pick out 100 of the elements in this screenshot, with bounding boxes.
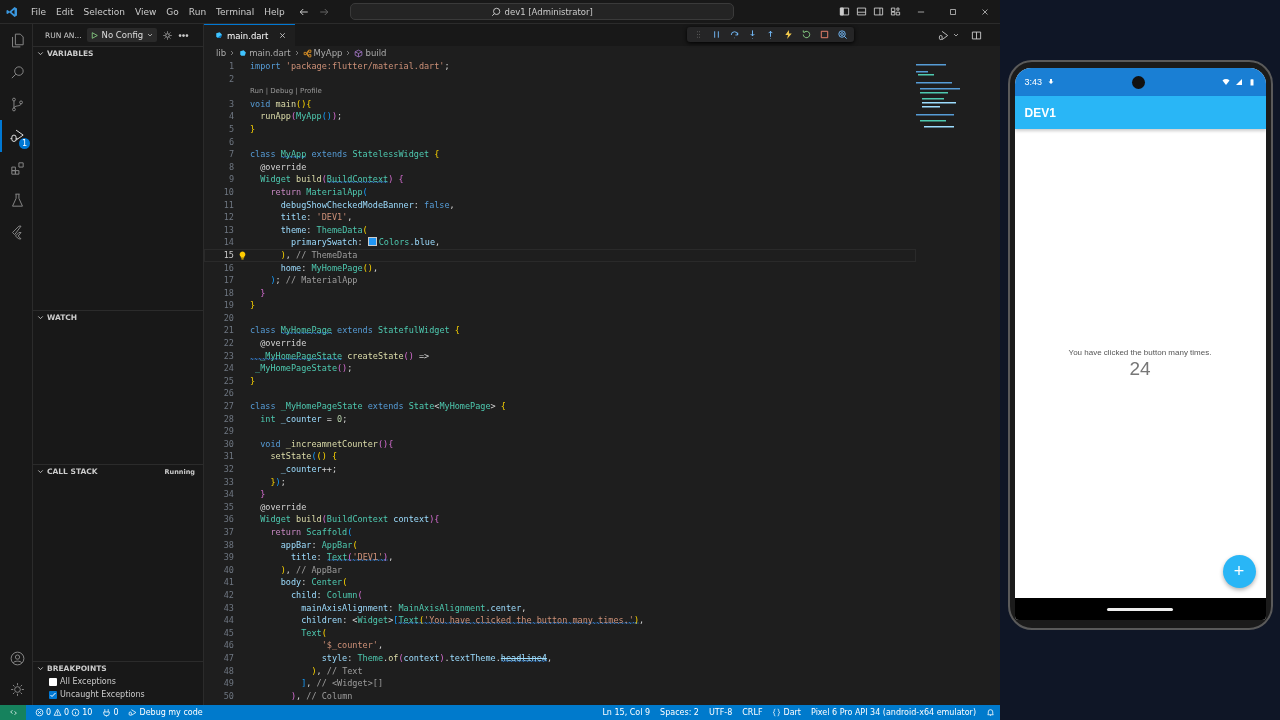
home-indicator[interactable] xyxy=(1107,607,1173,611)
close-button[interactable] xyxy=(980,6,990,17)
line-number: 12 xyxy=(222,211,234,224)
line-number: 16 xyxy=(222,261,234,275)
command-center[interactable]: dev1 [Administrator] xyxy=(349,3,734,20)
close-icon[interactable] xyxy=(278,31,288,40)
play-icon xyxy=(89,30,99,40)
extensions-icon[interactable] xyxy=(8,159,26,177)
stop-icon[interactable] xyxy=(819,29,830,40)
pause-icon[interactable] xyxy=(711,29,722,40)
breadcrumb-item[interactable]: build xyxy=(354,48,387,58)
line-number: 19 xyxy=(222,299,234,312)
caret-icon[interactable] xyxy=(952,31,960,39)
code-line: _MyHomePageState createState() => xyxy=(250,349,430,363)
menu-item[interactable]: Help xyxy=(259,4,290,19)
code-line: @override xyxy=(259,160,307,174)
line-number: 50 xyxy=(222,689,234,703)
checkbox[interactable] xyxy=(49,690,57,699)
code-line: child: Column( xyxy=(289,588,363,602)
ports-status[interactable]: 0 xyxy=(97,708,124,717)
code-line: '$_counter', xyxy=(320,639,384,652)
code-line: } xyxy=(259,286,266,300)
menu-item[interactable]: Edit xyxy=(51,4,79,19)
line-number: 14 xyxy=(222,236,234,249)
warning-icon xyxy=(53,708,63,717)
code-line: }); xyxy=(269,475,286,489)
breadcrumb-item[interactable]: lib xyxy=(216,48,227,58)
code-line: home: MyHomePage(), xyxy=(279,261,378,275)
line-number: 30 xyxy=(222,437,234,451)
run-debug-icon[interactable] xyxy=(938,29,949,41)
language-mode[interactable]: Dart xyxy=(767,708,806,717)
code-line: title: 'DEV1', xyxy=(279,211,353,224)
split-editor-icon[interactable] xyxy=(971,29,982,41)
breadcrumb-item[interactable]: main.dart xyxy=(238,48,291,58)
panel-toggle-icon[interactable] xyxy=(856,6,867,17)
line-number: 43 xyxy=(222,601,234,615)
line-number: 22 xyxy=(222,337,234,350)
restart-icon[interactable] xyxy=(801,29,812,40)
run-debug-icon[interactable] xyxy=(8,127,26,145)
menu-item[interactable]: File xyxy=(26,4,52,19)
code-line: appBar: AppBar( xyxy=(279,538,358,552)
line-number: 10 xyxy=(222,185,234,199)
code-line: import 'package:flutter/material.dart'; xyxy=(250,60,450,73)
color-swatch[interactable] xyxy=(367,237,377,247)
maximize-button[interactable] xyxy=(948,6,958,17)
cube-icon xyxy=(354,48,364,58)
line-number: 15 xyxy=(222,248,234,262)
status-item[interactable]: CRLF xyxy=(737,708,768,717)
lightning-icon[interactable] xyxy=(783,29,794,40)
code-line: } xyxy=(250,374,256,388)
line-number: 9 xyxy=(227,173,234,186)
status-item[interactable]: Pixel 6 Pro API 34 (android-x64 emulator) xyxy=(806,708,981,717)
debug-launch-status[interactable]: Debug my code xyxy=(123,708,208,717)
status-item[interactable]: Spaces: 2 xyxy=(655,708,704,717)
layout-icon[interactable] xyxy=(890,6,901,17)
notifications-icon[interactable] xyxy=(986,708,995,717)
info-count: 10 xyxy=(82,708,93,717)
lightbulb-icon[interactable] xyxy=(237,250,247,260)
plug-icon xyxy=(102,708,112,717)
menu-item[interactable]: Go xyxy=(161,4,184,19)
line-number: 17 xyxy=(222,274,234,287)
line-number: 2 xyxy=(227,72,234,86)
secondary-sidebar-icon[interactable] xyxy=(873,6,884,17)
code-line: setState(() { xyxy=(269,450,338,463)
sidebar-toggle-icon[interactable] xyxy=(839,6,850,17)
code-line: ), // ThemeData xyxy=(279,248,358,262)
breadcrumb-item[interactable]: MyApp xyxy=(302,48,343,58)
braces-icon xyxy=(772,708,782,717)
line-number: 41 xyxy=(222,576,234,589)
menu-item[interactable]: Run xyxy=(183,4,212,19)
settings-icon[interactable] xyxy=(162,29,174,41)
menu-item[interactable]: View xyxy=(130,4,162,19)
menu-item[interactable]: Selection xyxy=(78,4,130,19)
line-number: 48 xyxy=(222,664,234,678)
counter-value: 24 xyxy=(1129,357,1151,380)
line-number: 32 xyxy=(222,463,234,476)
app-logo-icon xyxy=(6,5,18,18)
code-line: int _counter = 0; xyxy=(259,412,348,426)
line-number: 28 xyxy=(222,412,234,426)
line-number: 46 xyxy=(222,639,234,652)
line-number: 26 xyxy=(222,387,234,401)
checkbox[interactable] xyxy=(49,677,57,686)
code-line: ], // <Widget>[] xyxy=(300,677,384,690)
settings-icon[interactable] xyxy=(8,681,26,698)
step-out-icon[interactable] xyxy=(765,29,776,40)
line-number: 27 xyxy=(222,400,234,413)
launch-config-dropdown[interactable]: No Config xyxy=(86,28,158,42)
menu-item[interactable]: Terminal xyxy=(211,4,260,19)
status-item[interactable]: UTF-8 xyxy=(703,708,738,717)
zoom-icon[interactable] xyxy=(837,29,848,40)
line-number: 37 xyxy=(222,525,234,539)
line-number: 31 xyxy=(222,450,234,463)
breakpoint-label: All Exceptions xyxy=(60,677,116,686)
status-item[interactable]: Ln 15, Col 9 xyxy=(597,708,656,717)
code-line: Text( xyxy=(300,626,327,640)
editor-tab[interactable]: main.dart xyxy=(204,24,296,46)
line-number: 45 xyxy=(222,626,234,640)
account-icon[interactable] xyxy=(8,650,26,667)
problems-status[interactable]: 0 0 10 xyxy=(30,708,98,717)
step-into-icon[interactable] xyxy=(747,29,758,40)
